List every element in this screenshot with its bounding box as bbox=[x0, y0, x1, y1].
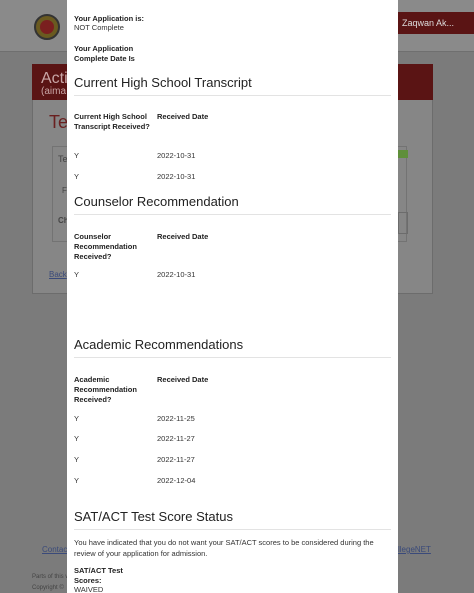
back-link[interactable]: Back bbox=[49, 270, 67, 279]
background-section-label: Te bbox=[49, 112, 69, 132]
table-row-date: 2022-10-31 bbox=[157, 151, 196, 160]
table-row: Y bbox=[74, 172, 80, 181]
background-control bbox=[398, 212, 408, 234]
table-row: Y bbox=[74, 476, 80, 485]
academic-received-header: Academic Recommendation Received? bbox=[74, 375, 137, 404]
counselor-section-title: Counselor Recommendation bbox=[74, 194, 391, 215]
collegenet-link[interactable]: llegeNET bbox=[398, 545, 431, 554]
transcript-section-title: Current High School Transcript bbox=[74, 75, 391, 96]
table-row-date: 2022-12-04 bbox=[157, 476, 196, 485]
table-row: Y bbox=[74, 270, 80, 279]
application-status-modal: Your Application is: NOT Complete Your A… bbox=[67, 0, 398, 593]
table-row: Y bbox=[74, 414, 80, 423]
sat-waiver-message: You have indicated that you do not want … bbox=[74, 538, 374, 558]
counselor-received-header: Counselor Recommendation Received? bbox=[74, 232, 137, 261]
footer-text: Parts of this w bbox=[32, 574, 70, 580]
application-complete-date-label: Your Application Complete Date Is bbox=[74, 44, 135, 63]
table-row: Y bbox=[74, 434, 80, 443]
application-status-value: NOT Complete bbox=[74, 23, 124, 32]
table-row-date: 2022-10-31 bbox=[157, 270, 196, 279]
academic-date-header: Received Date bbox=[157, 375, 209, 384]
sat-scores-value: WAIVED bbox=[74, 585, 104, 593]
background-card-subtitle: (aima bbox=[41, 86, 67, 97]
status-badge bbox=[398, 150, 408, 158]
table-row-date: 2022-11-27 bbox=[157, 455, 195, 464]
table-row: Y bbox=[74, 455, 80, 464]
user-name: Zaqwan Ak... bbox=[402, 18, 455, 28]
sat-section-title: SAT/ACT Test Score Status bbox=[74, 509, 391, 530]
table-row: Y bbox=[74, 151, 80, 160]
table-row-date: 2022-10-31 bbox=[157, 172, 196, 181]
user-menu[interactable]: Zaqwan Ak... bbox=[398, 12, 474, 34]
footer-copyright: Copyright © bbox=[32, 585, 64, 591]
university-logo-icon bbox=[34, 14, 60, 40]
sat-scores-label: SAT/ACT Test Scores: bbox=[74, 566, 123, 585]
counselor-date-header: Received Date bbox=[157, 232, 209, 241]
table-row-date: 2022-11-27 bbox=[157, 434, 195, 443]
contact-link[interactable]: Contac bbox=[42, 545, 67, 554]
transcript-received-header: Current High School Transcript Received? bbox=[74, 112, 150, 131]
table-row-date: 2022-11-25 bbox=[157, 414, 195, 423]
academic-section-title: Academic Recommendations bbox=[74, 337, 391, 358]
transcript-date-header: Received Date bbox=[157, 112, 209, 121]
